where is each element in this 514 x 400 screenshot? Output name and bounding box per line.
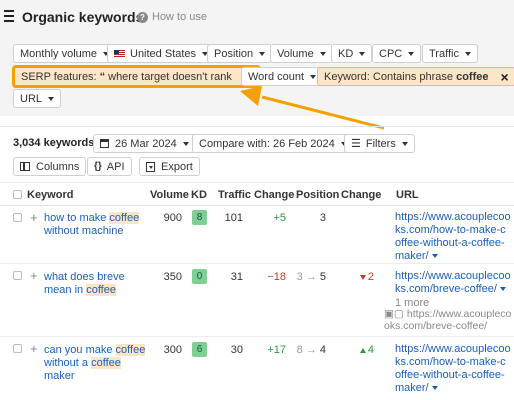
traffic-change: +17 <box>267 344 286 356</box>
ranking-url[interactable]: https://www.acouplecooks.com/breve-coffe… <box>395 270 511 310</box>
col-keyword[interactable]: Keyword <box>27 189 73 201</box>
position-value: 8 → 4 <box>296 344 326 356</box>
add-to-list-icon[interactable]: + <box>30 211 38 224</box>
filter-icon: ☰ <box>351 138 361 150</box>
traffic-value: 101 <box>224 212 243 224</box>
calendar-icon <box>100 139 109 148</box>
position-value: 3 <box>319 212 326 224</box>
chevron-down-icon <box>182 141 189 146</box>
chevron-down-icon[interactable] <box>499 287 506 292</box>
position-change: 2 <box>356 271 374 283</box>
arrow-down-icon <box>359 275 366 280</box>
table-header: Keyword Volume KD Traffic Change Positio… <box>0 182 514 206</box>
col-position-change[interactable]: Change <box>341 189 381 201</box>
table-row: + how to make coffee without machine 900… <box>0 207 514 264</box>
row-checkbox[interactable] <box>13 344 22 353</box>
select-all-checkbox[interactable] <box>13 190 22 199</box>
table-row: + can you make coffee without a coffee m… <box>0 338 514 400</box>
kd-badge: 6 <box>192 342 207 357</box>
keyword-link[interactable]: what does breve mean in coffee <box>44 271 146 297</box>
compare-dropdown[interactable]: Compare with: 26 Feb 2024 <box>192 134 354 153</box>
arrow-up-icon <box>359 348 366 353</box>
volume-value: 300 <box>163 344 182 356</box>
kd-badge: 0 <box>192 269 207 284</box>
volume-value: 350 <box>163 271 182 283</box>
chevron-down-icon[interactable] <box>431 254 438 259</box>
row-checkbox[interactable] <box>13 271 22 280</box>
keyword-link[interactable]: can you make coffee without a coffee mak… <box>44 344 146 383</box>
ranking-url[interactable]: https://www.acouplecooks.com/how-to-make… <box>395 211 511 263</box>
chevron-down-icon[interactable] <box>431 386 438 391</box>
traffic-value: 31 <box>230 271 243 283</box>
col-volume[interactable]: Volume <box>150 189 189 201</box>
image-icon: ▣▢ <box>384 308 404 320</box>
extra-url: ▣▢ https://www.acouplecooks.com/breve-co… <box>384 308 512 332</box>
position-change: 4 <box>356 344 374 356</box>
table-row: + what does breve mean in coffee 350 0 3… <box>0 265 514 337</box>
col-change[interactable]: Change <box>254 189 294 201</box>
date-picker[interactable]: 26 Mar 2024 <box>93 134 196 153</box>
col-traffic[interactable]: Traffic <box>218 189 251 201</box>
col-kd[interactable]: KD <box>191 189 207 201</box>
position-value: 3 → 5 <box>296 271 326 283</box>
results-toolbar: 3,034 keywords 26 Mar 2024 Compare with:… <box>0 128 514 182</box>
api-button[interactable]: {} API <box>87 157 132 176</box>
col-position[interactable]: Position <box>296 189 339 201</box>
columns-icon <box>20 162 30 171</box>
col-url[interactable]: URL <box>396 189 419 201</box>
filters-button[interactable]: ☰ Filters <box>344 134 415 153</box>
add-to-list-icon[interactable]: + <box>30 342 38 355</box>
add-to-list-icon[interactable]: + <box>30 269 38 282</box>
row-checkbox[interactable] <box>13 213 22 222</box>
chevron-down-icon <box>401 141 408 146</box>
export-button[interactable]: Export <box>139 157 200 176</box>
volume-value: 900 <box>163 212 182 224</box>
ranking-url[interactable]: https://www.acouplecooks.com/how-to-make… <box>395 343 511 395</box>
divider <box>0 126 514 127</box>
traffic-change: +5 <box>273 212 286 224</box>
columns-button[interactable]: Columns <box>13 157 87 176</box>
keyword-count: 3,034 keywords <box>13 137 95 149</box>
kd-badge: 8 <box>192 210 207 225</box>
keyword-link[interactable]: how to make coffee without machine <box>44 212 146 238</box>
traffic-value: 30 <box>230 344 243 356</box>
export-icon <box>146 161 155 172</box>
traffic-change: −18 <box>267 271 286 283</box>
api-icon: {} <box>94 161 102 172</box>
